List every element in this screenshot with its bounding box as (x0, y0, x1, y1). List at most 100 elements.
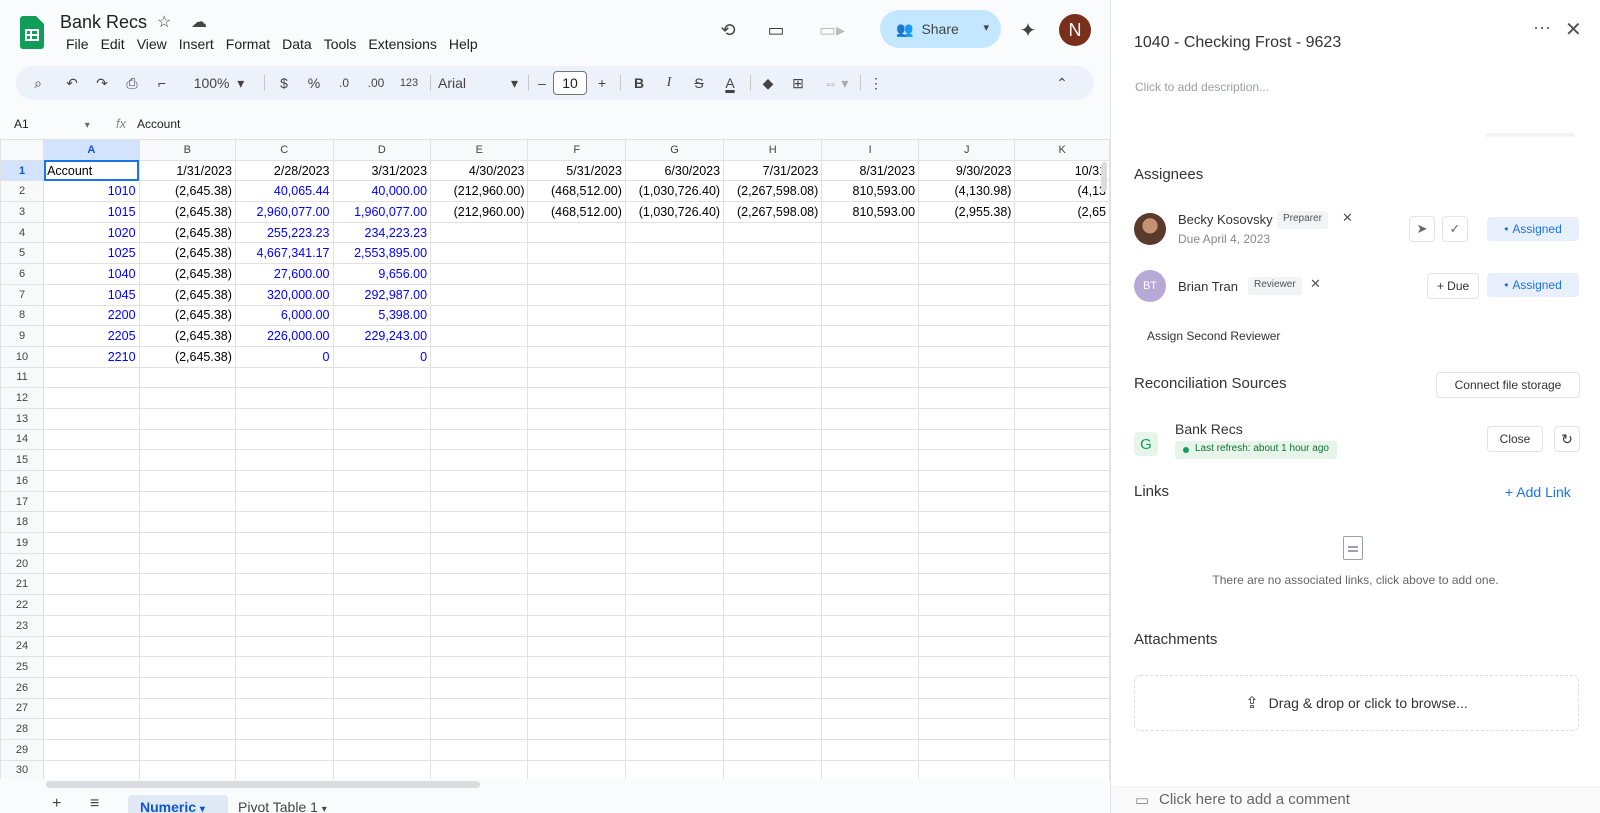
cell[interactable] (918, 573, 1016, 596)
more-actions-icon[interactable]: ⋯ (1533, 18, 1551, 39)
cell[interactable] (43, 490, 140, 513)
menu-view[interactable]: View (131, 36, 173, 52)
cell[interactable] (430, 407, 529, 430)
cell[interactable] (430, 635, 529, 658)
cell[interactable] (918, 325, 1016, 347)
cell[interactable] (234, 428, 334, 451)
cell[interactable] (138, 614, 236, 637)
cell[interactable] (723, 573, 823, 596)
connect-storage-button[interactable]: Connect file storage (1436, 372, 1580, 398)
cell[interactable] (234, 718, 334, 740)
cell[interactable] (624, 366, 725, 389)
cell[interactable] (332, 656, 432, 678)
cell[interactable] (430, 490, 529, 513)
cell[interactable] (624, 387, 725, 409)
cell[interactable]: 229,243.00 (332, 325, 432, 347)
cell[interactable] (43, 656, 140, 678)
cell[interactable] (332, 718, 432, 740)
cell[interactable] (723, 283, 823, 306)
cell[interactable] (332, 594, 432, 616)
cell[interactable] (1014, 428, 1110, 451)
cell[interactable] (234, 552, 334, 575)
cell[interactable] (624, 718, 725, 740)
cell[interactable] (527, 428, 626, 451)
cell[interactable]: 4,667,341.17 (234, 242, 334, 265)
cell[interactable]: 1020 (43, 221, 140, 244)
cell[interactable] (527, 345, 626, 368)
cell[interactable] (430, 532, 529, 554)
cell[interactable] (918, 759, 1016, 779)
spreadsheet-grid[interactable]: ABCDEFGHIJK 1 Account 1/31/2023 2/28/2023 3/… (0, 139, 1110, 779)
cell[interactable] (430, 325, 529, 347)
cell[interactable]: (2,645.38) (138, 283, 236, 306)
vertical-scrollbar[interactable] (1101, 162, 1107, 192)
cell[interactable] (1014, 552, 1110, 575)
cell[interactable]: 1/31/2023 (138, 159, 236, 182)
cell[interactable] (1014, 407, 1110, 430)
bold-button[interactable]: B (628, 66, 650, 100)
cell[interactable] (821, 594, 920, 616)
row-header[interactable]: 4 (0, 221, 45, 244)
cell[interactable] (624, 470, 725, 492)
column-header[interactable]: H (723, 139, 823, 161)
cell[interactable]: 9,656.00 (332, 263, 432, 285)
cell[interactable] (43, 573, 140, 596)
cell[interactable] (527, 366, 626, 389)
cell[interactable] (624, 552, 725, 575)
column-header[interactable]: J (918, 139, 1016, 161)
cell[interactable] (918, 532, 1016, 554)
increase-decimal-button[interactable]: .00 (362, 66, 390, 100)
column-header[interactable]: C (234, 139, 334, 161)
cell[interactable] (527, 263, 626, 285)
cell[interactable] (918, 242, 1016, 265)
cell[interactable]: 234,223.23 (332, 221, 432, 244)
comments-icon[interactable]: ▭ (762, 16, 790, 44)
cell[interactable] (430, 573, 529, 596)
cell[interactable]: 9/30/2023 (918, 159, 1016, 182)
cell[interactable]: 292,987.00 (332, 283, 432, 306)
cell[interactable]: 5/31/2023 (527, 159, 626, 182)
cell[interactable] (43, 676, 140, 699)
cell[interactable] (624, 490, 725, 513)
cell[interactable] (430, 387, 529, 409)
cell[interactable]: (2,65 (1014, 201, 1110, 223)
cell[interactable]: 5,398.00 (332, 304, 432, 327)
cell[interactable]: (2,645.38) (138, 345, 236, 368)
cell[interactable] (624, 407, 725, 430)
cell[interactable] (234, 407, 334, 430)
cell[interactable] (138, 552, 236, 575)
cell[interactable] (918, 697, 1016, 720)
cell[interactable] (918, 470, 1016, 492)
cell[interactable] (138, 594, 236, 616)
cell[interactable] (1014, 366, 1110, 389)
cell[interactable] (723, 449, 823, 471)
cell[interactable] (821, 449, 920, 471)
cell[interactable] (527, 635, 626, 658)
cloud-status-icon[interactable]: ☁ (191, 12, 207, 32)
row-header[interactable]: 30 (0, 759, 45, 779)
cell[interactable] (527, 511, 626, 534)
cell[interactable]: 2200 (43, 304, 140, 327)
cell[interactable] (43, 428, 140, 451)
cell[interactable] (918, 676, 1016, 699)
cell[interactable] (527, 759, 626, 779)
italic-button[interactable]: I (658, 66, 680, 100)
cell[interactable]: (2,645.38) (138, 201, 236, 223)
paint-format-icon[interactable]: ⌐ (150, 66, 174, 100)
cell[interactable] (624, 345, 725, 368)
cell[interactable] (821, 490, 920, 513)
cell[interactable] (723, 532, 823, 554)
cell[interactable] (821, 573, 920, 596)
all-sheets-icon[interactable]: ≡ (90, 795, 99, 813)
cell[interactable] (527, 304, 626, 327)
cell[interactable] (234, 759, 334, 779)
due-date[interactable]: Due April 4, 2023 (1178, 232, 1270, 246)
row-header[interactable]: 6 (0, 263, 45, 285)
cell[interactable]: (212,960.00) (430, 201, 529, 223)
column-header[interactable]: E (430, 139, 529, 161)
cell[interactable] (430, 366, 529, 389)
row-header[interactable]: 25 (0, 656, 45, 678)
cell[interactable] (624, 221, 725, 244)
cell[interactable] (332, 490, 432, 513)
cell[interactable] (624, 759, 725, 779)
